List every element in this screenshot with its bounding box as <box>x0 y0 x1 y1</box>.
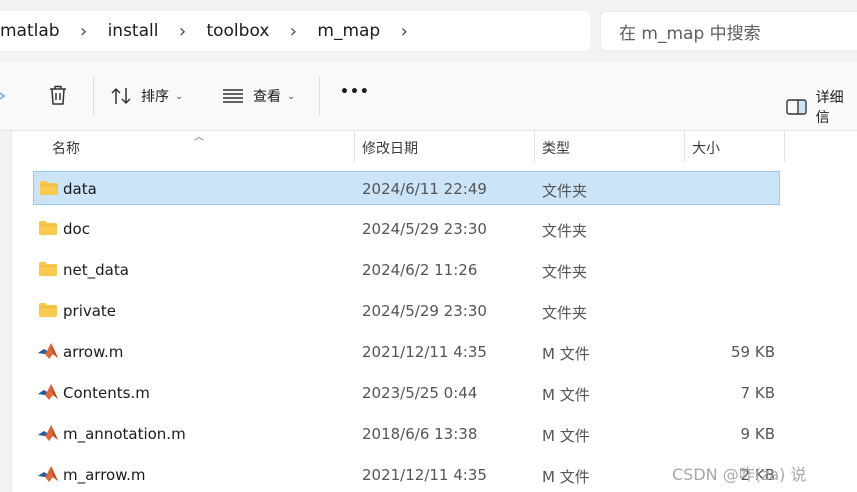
column-divider[interactable] <box>354 131 355 162</box>
sort-button[interactable]: 排序 ⌄ <box>110 86 183 106</box>
file-name: Contents.m <box>63 384 150 402</box>
matlab-file-icon <box>38 343 58 359</box>
sort-ascending-icon: ︿ <box>194 132 204 143</box>
folder-icon <box>40 181 58 195</box>
breadcrumb: matlab › install › toolbox › m_map › <box>0 11 590 51</box>
file-modified: 2021/12/11 4:35 <box>362 466 487 484</box>
breadcrumb-item-install[interactable]: install <box>108 21 159 41</box>
matlab-file-icon <box>38 384 58 400</box>
file-name: arrow.m <box>63 343 124 361</box>
more-options-button[interactable]: ••• <box>340 84 370 100</box>
file-type: M 文件 <box>542 468 590 486</box>
column-header-type[interactable]: 类型 <box>542 138 570 158</box>
file-modified: 2024/5/29 23:30 <box>362 220 487 238</box>
file-row-doc[interactable]: doc 2024/5/29 23:30 文件夹 <box>33 212 780 246</box>
view-button[interactable]: 查看 ⌄ <box>222 86 295 106</box>
file-modified: 2021/12/11 4:35 <box>362 343 487 361</box>
chevron-right-icon[interactable]: › <box>269 21 317 42</box>
toolbar-divider <box>93 77 94 115</box>
view-label: 查看 <box>253 89 281 105</box>
folder-icon <box>39 221 57 235</box>
file-row-data[interactable]: data 2024/6/11 22:49 文件夹 <box>33 171 780 205</box>
watermark: CSDN @咋(za) 说 <box>672 465 807 484</box>
chevron-down-icon: ⌄ <box>175 90 184 102</box>
file-name: m_arrow.m <box>63 466 146 484</box>
file-type: 文件夹 <box>542 263 588 281</box>
column-header-modified[interactable]: 修改日期 <box>362 138 418 158</box>
column-divider[interactable] <box>784 131 785 162</box>
file-modified: 2018/6/6 13:38 <box>362 425 478 443</box>
command-bar: 排序 ⌄ 查看 ⌄ ••• 详细信 <box>0 62 857 131</box>
file-type: 文件夹 <box>542 304 588 322</box>
share-icon[interactable] <box>0 86 8 106</box>
file-modified: 2024/6/11 22:49 <box>362 180 487 198</box>
folder-icon <box>39 303 57 317</box>
file-modified: 2023/5/25 0:44 <box>362 384 478 402</box>
chevron-right-icon[interactable]: › <box>158 21 206 42</box>
breadcrumb-item-toolbox[interactable]: toolbox <box>206 21 269 41</box>
chevron-down-icon: ⌄ <box>287 90 296 102</box>
matlab-file-icon <box>38 425 58 441</box>
column-divider[interactable] <box>684 131 685 162</box>
file-type: M 文件 <box>542 345 590 363</box>
file-row-private[interactable]: private 2024/5/29 23:30 文件夹 <box>33 294 780 328</box>
column-divider[interactable] <box>534 131 535 162</box>
file-size: 9 KB <box>740 425 775 443</box>
file-size: 7 KB <box>740 384 775 402</box>
chevron-right-icon[interactable]: › <box>380 21 428 42</box>
breadcrumb-item-m-map[interactable]: m_map <box>317 21 380 41</box>
search-input[interactable]: 在 m_map 中搜索 <box>600 11 857 51</box>
column-header-name[interactable]: 名称 <box>52 138 80 158</box>
file-row-arrow-m[interactable]: arrow.m 2021/12/11 4:35 M 文件 59 KB <box>33 335 780 369</box>
file-row-m-annotation-m[interactable]: m_annotation.m 2018/6/6 13:38 M 文件 9 KB <box>33 417 780 451</box>
sort-label: 排序 <box>141 89 169 105</box>
search-placeholder: 在 m_map 中搜索 <box>619 23 761 44</box>
view-icon <box>223 89 243 103</box>
breadcrumb-item-matlab[interactable]: matlab <box>0 21 60 41</box>
file-name: net_data <box>63 261 129 279</box>
folder-icon <box>39 262 57 276</box>
file-name: private <box>63 302 117 320</box>
file-name: m_annotation.m <box>63 425 186 443</box>
details-pane-icon <box>786 99 807 115</box>
chevron-right-icon[interactable]: › <box>60 21 108 42</box>
address-bar: matlab › install › toolbox › m_map › 在 m… <box>0 0 857 63</box>
file-list: ︿ 名称 修改日期 类型 大小 data 2024/6/11 22:49 文件夹… <box>0 131 857 492</box>
file-row-contents-m[interactable]: Contents.m 2023/5/25 0:44 M 文件 7 KB <box>33 376 780 410</box>
file-type: 文件夹 <box>542 222 588 240</box>
file-row-net-data[interactable]: net_data 2024/6/2 11:26 文件夹 <box>33 253 780 287</box>
details-label: 详细信 <box>815 90 844 126</box>
file-size: 59 KB <box>731 343 775 361</box>
sort-icon <box>111 88 131 104</box>
column-header-size[interactable]: 大小 <box>692 138 720 158</box>
toolbar-divider <box>319 77 320 115</box>
file-modified: 2024/5/29 23:30 <box>362 302 487 320</box>
file-row-m-arrow-m[interactable]: m_arrow.m 2021/12/11 4:35 M 文件 2 KB <box>33 458 780 492</box>
matlab-file-icon <box>38 466 58 482</box>
file-name: data <box>63 180 97 198</box>
file-type: M 文件 <box>542 427 590 445</box>
trash-icon[interactable] <box>48 84 68 106</box>
file-modified: 2024/6/2 11:26 <box>362 261 478 279</box>
column-header-row: ︿ 名称 修改日期 类型 大小 <box>0 131 857 162</box>
details-pane-button[interactable]: 详细信 <box>786 87 857 127</box>
file-type: 文件夹 <box>542 182 588 200</box>
file-name: doc <box>63 220 90 238</box>
file-type: M 文件 <box>542 386 590 404</box>
